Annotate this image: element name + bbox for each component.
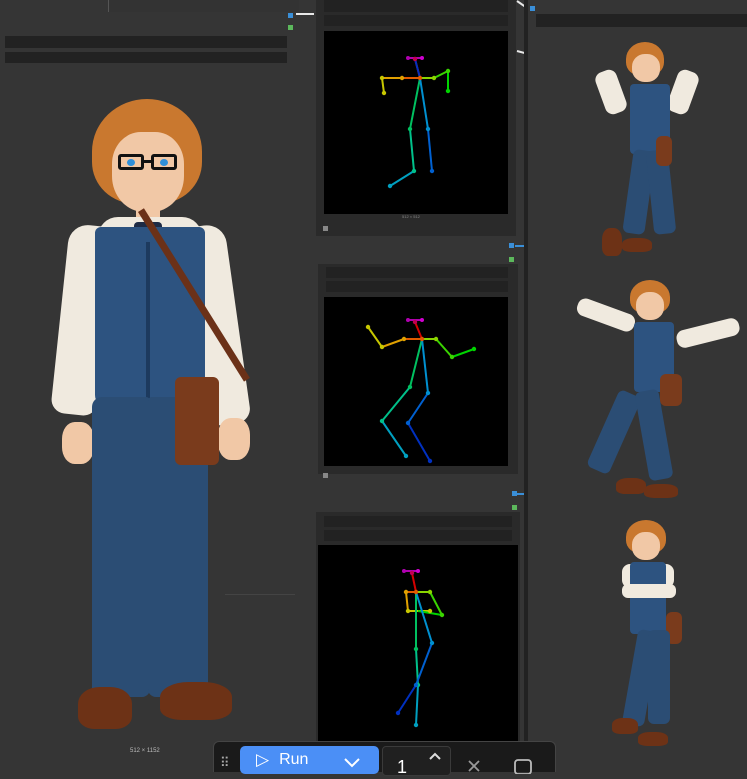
- pose-node-1[interactable]: 512 × 512: [316, 0, 516, 236]
- pose-node-2-corner-handle[interactable]: [323, 473, 328, 478]
- batch-increment-button[interactable]: [427, 749, 443, 761]
- output-handle-mask-4[interactable]: [512, 505, 517, 510]
- square-icon: [514, 759, 532, 775]
- pose-image-1: [324, 31, 508, 214]
- left-node-widget-row-2[interactable]: [5, 52, 287, 63]
- right-node-left-border: [524, 0, 528, 741]
- pose-node-2[interactable]: [318, 264, 518, 474]
- pose-node-1-widget-1[interactable]: [324, 0, 508, 12]
- play-icon: ▷: [256, 750, 270, 769]
- pose-node-3-widget-1[interactable]: [324, 516, 512, 527]
- connection-wire-1: [296, 13, 314, 15]
- pose-node-2-widget-1[interactable]: [326, 267, 508, 278]
- pose-skeleton-2: [365, 318, 477, 464]
- canvas-edge-line: [225, 594, 295, 595]
- run-button[interactable]: ▷ Run: [240, 746, 379, 774]
- stop-button[interactable]: [513, 756, 533, 775]
- output-handle-image-2[interactable]: [530, 6, 535, 11]
- character-satchel: [175, 377, 219, 465]
- right-node-header-bar[interactable]: [536, 14, 747, 27]
- character-glasses: [118, 154, 180, 172]
- pose-node-1-corner-handle[interactable]: [323, 226, 328, 231]
- character-face: [112, 132, 184, 212]
- run-dropdown-button[interactable]: [342, 752, 362, 770]
- output-handle-image-3[interactable]: [509, 243, 514, 248]
- output-handle-mask-3[interactable]: [509, 257, 514, 262]
- pose-node-2-widget-2[interactable]: [326, 281, 508, 292]
- pose-skeleton-3: [395, 569, 445, 728]
- main-image-resolution-label: 512 × 1152: [130, 748, 160, 754]
- chevron-down-icon: [344, 758, 360, 768]
- batch-count-value: 1: [397, 757, 408, 777]
- chevron-up-icon: [429, 752, 441, 760]
- generated-image-2: [566, 278, 747, 504]
- pose-node-3-widget-2[interactable]: [324, 530, 512, 541]
- pose-image-2: [324, 297, 508, 466]
- character-jeans-left: [92, 397, 150, 697]
- run-button-label: Run: [279, 751, 309, 768]
- character-left-shoe: [78, 687, 132, 729]
- left-node-top-border: [108, 0, 299, 12]
- pose-node-1-widget-2[interactable]: [324, 15, 508, 26]
- left-node-widget-row-1[interactable]: [5, 36, 287, 48]
- close-icon: [468, 760, 480, 772]
- generated-image-3: [608, 518, 688, 750]
- batch-count-input[interactable]: 1: [382, 746, 451, 777]
- pose-node-1-resolution-label: 512 × 512: [402, 214, 420, 219]
- pose-image-3: [318, 545, 518, 741]
- queue-toolbar: ⠿ ▷ Run 1: [213, 741, 556, 777]
- main-character-image: [40, 92, 280, 737]
- output-handle-mask-1[interactable]: [288, 25, 293, 30]
- clear-queue-button[interactable]: [466, 756, 482, 772]
- output-handle-image-4[interactable]: [512, 491, 517, 496]
- pose-skeleton-1: [379, 56, 451, 189]
- output-handle-image-1[interactable]: [288, 13, 293, 18]
- generated-image-1: [593, 40, 706, 262]
- pose-node-3[interactable]: [316, 512, 520, 741]
- drag-handle-icon[interactable]: ⠿: [220, 756, 230, 770]
- character-right-shoe: [160, 682, 232, 720]
